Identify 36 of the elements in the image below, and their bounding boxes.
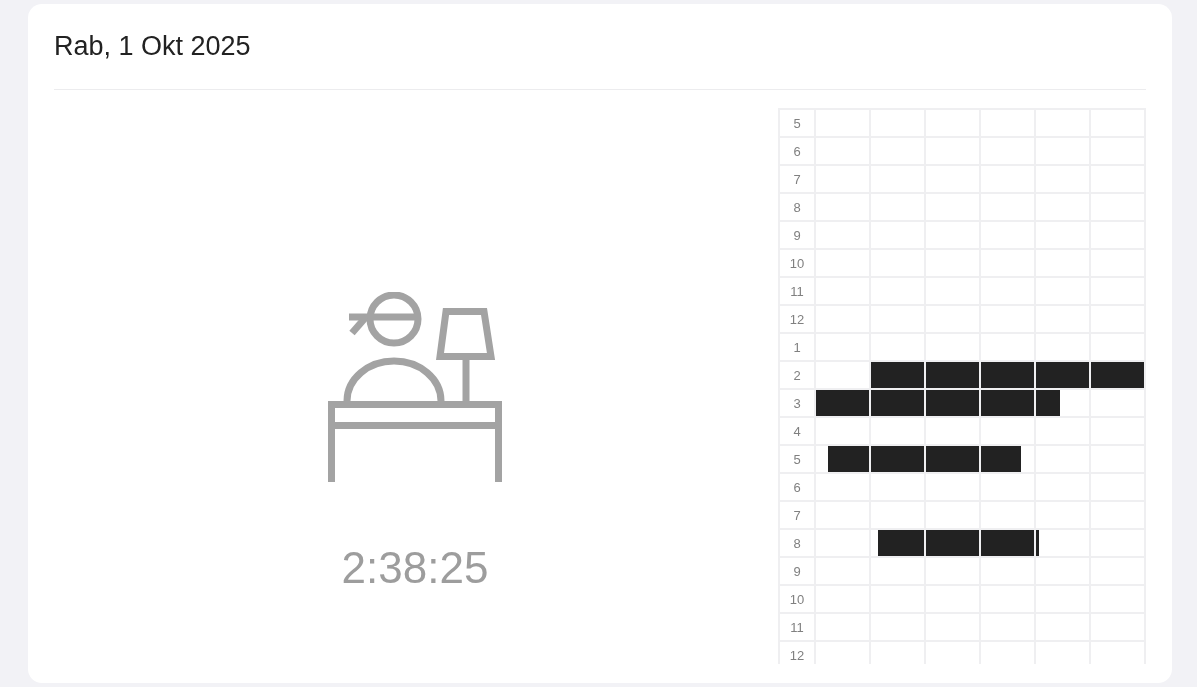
hour-label: 3 [780,390,814,416]
hour-label: 10 [780,250,814,276]
hour-label: 6 [780,138,814,164]
time-block [1091,362,1144,388]
hour-label: 8 [780,194,814,220]
hour-label: 11 [780,614,814,640]
time-block [926,390,979,416]
hour-label: 11 [780,278,814,304]
time-block [981,390,1034,416]
hour-label: 8 [780,530,814,556]
time-block [926,446,979,472]
elapsed-time: 2:38:25 [341,543,489,593]
time-block [981,530,1034,556]
time-block [871,390,924,416]
hour-label: 7 [780,502,814,528]
hour-label: 9 [780,222,814,248]
time-block [926,530,979,556]
time-block [871,362,924,388]
hour-label: 12 [780,642,814,664]
hour-label: 5 [780,446,814,472]
time-block [926,362,979,388]
hour-label: 7 [780,166,814,192]
hour-label: 6 [780,474,814,500]
time-block [1036,362,1089,388]
date-title: Rab, 1 Okt 2025 [54,30,251,63]
hour-label: 9 [780,558,814,584]
hour-label: 1 [780,334,814,360]
hour-label: 5 [780,110,814,136]
hour-label: 4 [780,418,814,444]
hour-label: 12 [780,306,814,332]
time-block [871,446,924,472]
time-block [981,362,1034,388]
person-at-desk-icon [327,292,503,483]
time-block [816,390,869,416]
hour-label: 10 [780,586,814,612]
hour-label: 2 [780,362,814,388]
